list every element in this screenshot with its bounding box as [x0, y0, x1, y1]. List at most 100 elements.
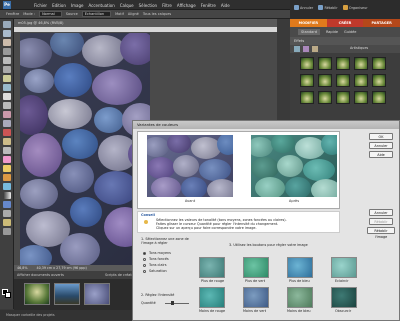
bin-thumbnail[interactable] [54, 283, 80, 305]
radio-highlights[interactable] [143, 264, 146, 267]
menu-item[interactable]: Calque [120, 3, 134, 8]
menu-item[interactable]: Image [71, 3, 84, 8]
red-eye-tool-icon[interactable] [2, 129, 11, 136]
effect-thumbnail[interactable] [336, 91, 350, 104]
quantity-slider[interactable] [165, 303, 189, 304]
bin-filter-select[interactable]: Afficher documents ouverts [17, 273, 64, 277]
effect-thumbnail[interactable] [318, 91, 332, 104]
radio-saturation[interactable] [143, 270, 146, 273]
effect-thumbnail[interactable] [354, 91, 368, 104]
effects-toolbar: Artistiques [290, 45, 400, 53]
bin-thumbnail[interactable] [24, 283, 50, 305]
hide-project-bin-link[interactable]: Masquer corbeille des projets [6, 313, 55, 317]
pencil-tool-icon[interactable] [2, 165, 11, 172]
app-logo-icon[interactable]: Pe [3, 1, 11, 9]
paint-bucket-icon[interactable] [2, 183, 11, 190]
menu-item[interactable]: Accentuation [88, 3, 114, 8]
marquee-tool-icon[interactable] [2, 57, 11, 64]
eraser-tool-icon[interactable] [2, 156, 11, 163]
effect-thumbnail[interactable] [372, 91, 386, 104]
tab-share[interactable]: PARTAGER [363, 19, 400, 27]
layer-style-icon[interactable] [303, 46, 309, 52]
lasso-tool-icon[interactable] [2, 66, 11, 73]
gradient-tool-icon[interactable] [2, 192, 11, 199]
photo-effect-icon[interactable] [312, 46, 318, 52]
blur-tool-icon[interactable] [2, 210, 11, 217]
cookie-cutter-icon[interactable] [2, 111, 11, 118]
quantity-slider-thumb[interactable] [171, 301, 174, 305]
more-red-preview[interactable] [199, 257, 225, 278]
redo-button-dialog[interactable]: Rétablir [369, 218, 393, 225]
radio-shadows[interactable] [143, 258, 146, 261]
lighten-preview[interactable] [331, 257, 357, 278]
smudge-tool-icon[interactable] [2, 228, 11, 235]
all-layers-checkbox[interactable]: Tous les calques [143, 12, 171, 16]
sponge-tool-icon[interactable] [2, 219, 11, 226]
subtab-standard[interactable]: Standard [298, 29, 320, 35]
stone [60, 161, 94, 193]
magic-wand-icon[interactable] [2, 75, 11, 82]
source-select[interactable]: Echantillon [81, 11, 112, 17]
effect-thumbnail[interactable] [336, 74, 350, 87]
effect-thumbnail[interactable] [336, 57, 350, 70]
less-red-preview[interactable] [199, 287, 225, 308]
reset-image-button[interactable]: Rétablir l'image [367, 227, 395, 239]
quantity-label: Quantité [141, 301, 156, 305]
stone [277, 155, 303, 177]
mode-select[interactable]: Normal [39, 11, 62, 17]
less-green-preview[interactable] [243, 287, 269, 308]
effect-thumbnail[interactable] [372, 57, 386, 70]
redo-icon [318, 5, 324, 10]
effect-thumbnail[interactable] [354, 74, 368, 87]
effect-thumbnail[interactable] [300, 91, 314, 104]
hand-tool-icon[interactable] [2, 39, 11, 46]
menu-item[interactable]: Edition [52, 3, 66, 8]
bin-thumbnail[interactable] [84, 283, 110, 305]
tab-modify[interactable]: MODIFIER [290, 19, 327, 27]
undo-button-dialog[interactable]: Annuler [369, 209, 393, 216]
background-color-swatch[interactable] [5, 292, 11, 298]
ok-button[interactable]: OK [369, 133, 393, 140]
effect-thumbnail[interactable] [300, 57, 314, 70]
zoom-level[interactable]: 46,8% [17, 266, 27, 270]
shape-tool-icon[interactable] [2, 201, 11, 208]
eyedropper-icon[interactable] [2, 48, 11, 55]
more-blue-preview[interactable] [287, 257, 313, 278]
tab-create[interactable]: CRÉER [326, 19, 364, 27]
more-green-preview[interactable] [243, 257, 269, 278]
subtab-guided[interactable]: Guidée [344, 30, 356, 34]
text-tool-icon[interactable] [2, 93, 11, 100]
effect-thumbnail[interactable] [354, 57, 368, 70]
organizer-button[interactable]: Organiseur [342, 5, 368, 10]
less-blue-preview[interactable] [287, 287, 313, 308]
crop-tool-icon[interactable] [2, 102, 11, 109]
effect-thumbnail[interactable] [300, 74, 314, 87]
move-tool-icon[interactable] [2, 21, 11, 28]
zoom-tool-icon[interactable] [2, 30, 11, 37]
help-button[interactable]: Aide [369, 151, 393, 158]
undo-button[interactable]: Annuler [294, 5, 313, 10]
menu-item[interactable]: Fichier [34, 3, 47, 8]
aligned-checkbox[interactable]: Aligné [128, 12, 139, 16]
cancel-button[interactable]: Annuler [369, 142, 393, 149]
effects-category-select[interactable]: Artistiques [350, 46, 368, 50]
menu-item[interactable]: Affichage [177, 3, 196, 8]
menu-item[interactable]: Filtre [162, 3, 172, 8]
radio-midtones[interactable] [143, 252, 146, 255]
image-canvas[interactable] [20, 33, 150, 265]
darken-preview[interactable] [331, 287, 357, 308]
clone-stamp-icon[interactable] [2, 147, 11, 154]
subtab-quick[interactable]: Rapide [326, 30, 338, 34]
effect-thumbnail[interactable] [372, 74, 386, 87]
effect-thumbnail[interactable] [318, 57, 332, 70]
redo-button[interactable]: Rétablir [318, 5, 338, 10]
filter-icon[interactable] [294, 46, 300, 52]
menu-item[interactable]: Fenêtre [201, 3, 216, 8]
menu-item[interactable]: Sélection [139, 3, 157, 8]
straighten-tool-icon[interactable] [2, 120, 11, 127]
healing-brush-icon[interactable] [2, 138, 11, 145]
brush-tool-icon[interactable] [2, 174, 11, 181]
menu-item[interactable]: Aide [221, 3, 230, 8]
effect-thumbnail[interactable] [318, 74, 332, 87]
selection-brush-icon[interactable] [2, 84, 11, 91]
